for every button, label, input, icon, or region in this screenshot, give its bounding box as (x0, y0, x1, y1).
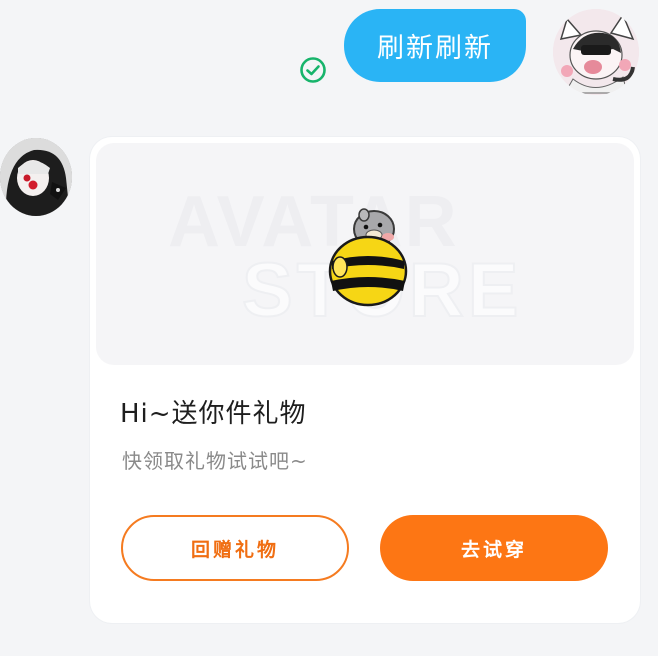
bee-plush-gift-icon (328, 208, 408, 307)
check-circle-icon (300, 57, 326, 83)
hooded-clown-avatar-icon (0, 138, 72, 216)
cat-girl-avatar-icon (553, 9, 639, 95)
gift-message-card: AVATAR STORE Hi~送你件礼物 快领取礼物试试吧~ 回赠礼物 去试穿 (90, 137, 640, 623)
try-on-button-label: 去试穿 (460, 538, 527, 561)
sent-message-row: 刷新刷新 (0, 8, 658, 108)
sent-message-bubble[interactable]: 刷新刷新 (344, 9, 526, 82)
my-avatar[interactable] (553, 9, 639, 95)
card-title: Hi~送你件礼物 (120, 399, 307, 429)
card-subtitle: 快领取礼物试试吧~ (122, 449, 308, 473)
contact-avatar[interactable] (0, 138, 72, 216)
return-gift-button-label: 回赠礼物 (190, 538, 279, 561)
sent-message-text: 刷新刷新 (377, 33, 493, 64)
try-on-button[interactable]: 去试穿 (380, 515, 608, 581)
gift-banner: AVATAR STORE (96, 143, 634, 365)
return-gift-button[interactable]: 回赠礼物 (121, 515, 349, 581)
